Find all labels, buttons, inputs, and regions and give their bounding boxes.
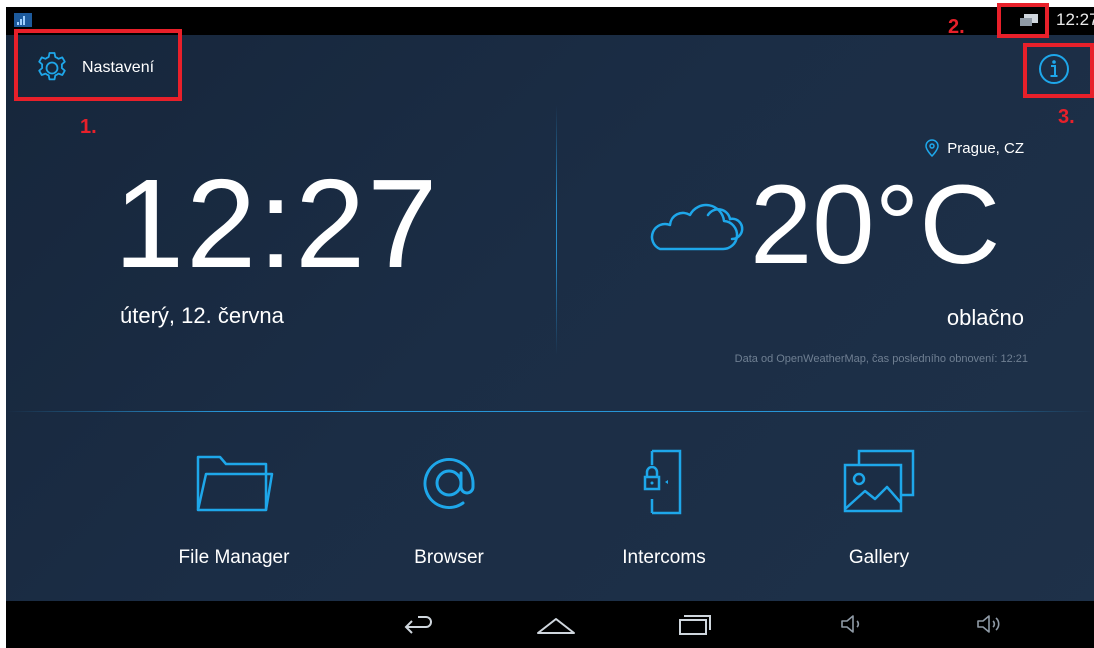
vertical-divider <box>556 105 557 355</box>
app-intercoms[interactable]: Intercoms <box>574 447 754 569</box>
annotation-number-3: 3. <box>1058 106 1075 128</box>
annotation-box-3 <box>1023 43 1094 98</box>
annotation-box-1 <box>14 29 182 101</box>
home-screen: 12:27 Nastavení 12:27 úterý, 12. června … <box>6 7 1094 648</box>
temperature: 20°C <box>750 162 1001 287</box>
cloud-icon <box>650 203 744 251</box>
app-label: Browser <box>414 547 484 568</box>
weather-condition: oblačno <box>946 305 1024 330</box>
at-icon <box>423 458 475 509</box>
app-file-manager[interactable]: File Manager <box>144 447 324 569</box>
app-gallery[interactable]: Gallery <box>789 447 969 569</box>
recents-icon[interactable] <box>672 609 716 639</box>
volume-up-icon[interactable] <box>970 609 1014 639</box>
annotation-box-2 <box>997 3 1049 38</box>
app-label: File Manager <box>178 547 290 568</box>
back-icon[interactable] <box>396 609 440 639</box>
door-lock-icon <box>643 449 682 515</box>
home-icon[interactable] <box>534 609 578 639</box>
annotation-number-1: 1. <box>80 116 97 138</box>
navigation-bar <box>6 601 1094 648</box>
app-label: Intercoms <box>622 547 706 568</box>
weather-attribution: Data od OpenWeatherMap, čas posledního o… <box>734 353 1028 365</box>
clock-date: úterý, 12. června <box>120 303 284 328</box>
clock-time: 12:27 <box>114 153 440 294</box>
folder-icon <box>196 455 274 512</box>
horizontal-divider <box>6 411 1094 412</box>
status-time: 12:27 <box>1056 10 1094 29</box>
location-label: Prague, CZ <box>947 139 1024 157</box>
location-pin-icon <box>925 139 940 157</box>
annotation-number-2: 2. <box>948 16 965 38</box>
app-label: Gallery <box>848 547 910 568</box>
signal-icon <box>14 13 32 27</box>
weather-location: Prague, CZ <box>925 139 1024 157</box>
app-browser[interactable]: Browser <box>359 447 539 569</box>
volume-down-icon[interactable] <box>832 609 876 639</box>
gallery-icon <box>843 449 915 513</box>
